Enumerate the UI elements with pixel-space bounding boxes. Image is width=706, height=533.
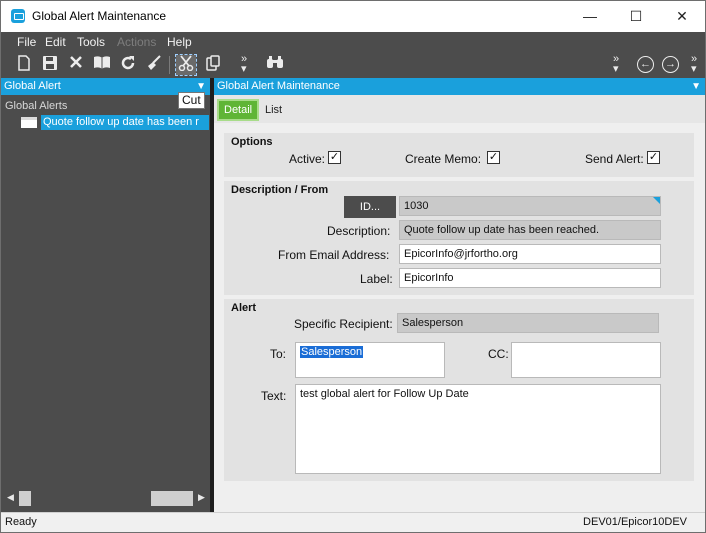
description-field[interactable]: Quote follow up date has been reached. [399, 220, 661, 240]
delete-icon[interactable] [66, 55, 86, 75]
horizontal-scrollbar[interactable]: ◀ ▶ [1, 489, 210, 508]
scroll-thumb[interactable] [151, 491, 193, 506]
specific-recipient-field[interactable]: Salesperson [397, 313, 659, 333]
status-connection: DEV01/Epicor10DEV [583, 516, 687, 528]
status-bar: Ready DEV01/Epicor10DEV [1, 512, 705, 532]
title-bar: Global Alert Maintenance — ☐ ✕ [1, 1, 705, 32]
tab-list[interactable]: List [260, 99, 287, 121]
left-tree-panel: Global Alert ▼ Global Alerts Quote follo… [1, 78, 210, 512]
pin-icon[interactable]: ▼ [691, 78, 701, 95]
tree-root[interactable]: Global Alerts [5, 100, 67, 112]
minimize-button[interactable]: — [567, 1, 613, 32]
cc-label: CC: [488, 347, 509, 361]
left-panel-title: Global Alert [4, 80, 61, 92]
id-field[interactable]: 1030 [399, 196, 661, 216]
close-button[interactable]: ✕ [659, 1, 705, 32]
active-checkbox[interactable]: ✓ [328, 151, 341, 164]
specific-recipient-label: Specific Recipient: [294, 317, 393, 331]
scroll-right-icon[interactable]: ▶ [198, 492, 205, 503]
back-icon[interactable]: ← [637, 56, 654, 73]
window-title: Global Alert Maintenance [32, 9, 167, 23]
send-alert-checkbox[interactable]: ✓ [647, 151, 660, 164]
menu-actions[interactable]: Actions [117, 35, 156, 49]
label-label: Label: [360, 272, 393, 286]
clear-icon[interactable] [144, 55, 164, 75]
text-field[interactable]: test global alert for Follow Up Date [295, 384, 661, 474]
options-title: Options [231, 136, 273, 148]
toolbar: » ▾ » ▾ ← → » ▾ [1, 52, 705, 78]
cut-tooltip: Cut [178, 92, 205, 109]
from-email-field[interactable]: EpicorInfo@jrfortho.org [399, 244, 661, 264]
menu-help[interactable]: Help [167, 35, 192, 49]
text-label: Text: [261, 389, 287, 403]
forward-icon[interactable]: → [662, 56, 679, 73]
cc-field[interactable] [511, 342, 661, 378]
tab-detail[interactable]: Detail [217, 99, 260, 121]
id-value: 1030 [404, 200, 429, 212]
create-memo-label: Create Memo: [405, 152, 482, 166]
alert-title: Alert [231, 302, 257, 314]
paste-icon[interactable] [203, 55, 223, 75]
create-memo-checkbox[interactable]: ✓ [487, 151, 500, 164]
menu-bar: File Edit Tools Actions Help [1, 32, 705, 52]
to-value: Salesperson [298, 345, 365, 359]
save-icon[interactable] [40, 55, 60, 75]
right-detail-panel: Global Alert Maintenance ▼ Detail List O… [214, 78, 705, 512]
nav-overflow-chevron-icon[interactable]: » ▾ [613, 54, 619, 75]
scroll-left-icon[interactable]: ◀ [7, 492, 14, 503]
send-alert-label: Send Alert: [585, 152, 644, 166]
description-group: Description / From ID... 1030 Descriptio… [224, 181, 694, 295]
menu-edit[interactable]: Edit [45, 35, 66, 49]
label-field[interactable]: EpicorInfo [399, 268, 661, 288]
active-label: Active: [289, 152, 326, 166]
tab-strip: Detail List [214, 95, 705, 123]
new-icon[interactable] [14, 55, 34, 75]
field-corner-indicator [653, 197, 660, 204]
detail-content: Options Active: ✓ Create Memo: ✓ Send Al… [214, 123, 705, 512]
alert-group: Alert Specific Recipient: Salesperson To… [224, 299, 694, 481]
description-title: Description / From [231, 184, 329, 196]
toolbar-overflow-chevron-icon[interactable]: » ▾ [241, 54, 247, 75]
scroll-thumb-left[interactable] [19, 491, 31, 506]
to-label: To: [270, 347, 287, 361]
folder-icon [21, 117, 37, 128]
right-panel-header: Global Alert Maintenance ▼ [214, 78, 705, 95]
toolbar-end-chevron-icon[interactable]: » ▾ [691, 54, 697, 75]
tree-item[interactable]: Quote follow up date has been r [21, 115, 209, 130]
maximize-button[interactable]: ☐ [613, 1, 659, 32]
description-label: Description: [327, 224, 391, 238]
status-text: Ready [5, 516, 37, 528]
refresh-icon[interactable] [118, 55, 138, 75]
open-book-icon[interactable] [92, 55, 112, 75]
right-panel-title: Global Alert Maintenance [217, 80, 340, 92]
menu-file[interactable]: File [17, 35, 36, 49]
from-email-label: From Email Address: [278, 248, 390, 262]
app-icon [11, 9, 25, 23]
cut-icon[interactable] [175, 54, 197, 76]
menu-tools[interactable]: Tools [77, 35, 105, 49]
options-group: Options Active: ✓ Create Memo: ✓ Send Al… [224, 133, 694, 177]
toolbar-separator [169, 56, 170, 74]
tree-item-label[interactable]: Quote follow up date has been r [41, 115, 209, 130]
to-field[interactable]: Salesperson [295, 342, 445, 378]
app-window: Global Alert Maintenance — ☐ ✕ File Edit… [0, 0, 706, 533]
search-binoculars-icon[interactable] [265, 55, 285, 75]
id-button[interactable]: ID... [344, 196, 396, 218]
